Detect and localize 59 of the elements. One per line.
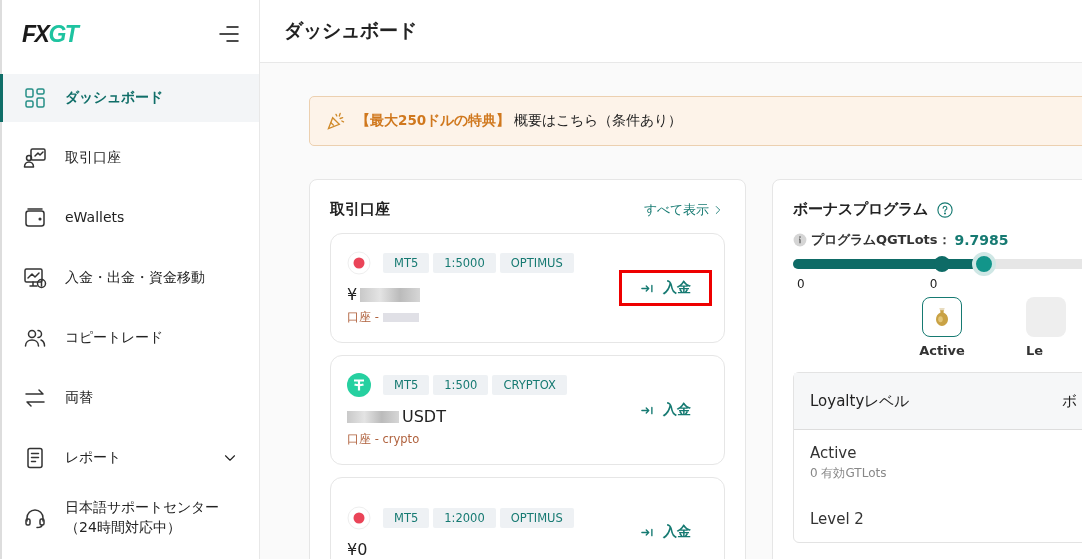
slider-thumb[interactable] xyxy=(972,252,997,276)
balance: USDT xyxy=(402,407,446,426)
balance: ¥0 xyxy=(347,539,368,559)
account-card[interactable]: MT5 1:2000 OPTIMUS ¥0 入金 xyxy=(330,477,725,559)
tag: 1:500 xyxy=(433,375,489,395)
column-header: ボ xyxy=(1062,391,1077,411)
grid-icon xyxy=(23,86,47,110)
nav-item[interactable]: 日本語サポートセンター（24時間対応中） xyxy=(0,494,259,542)
balance: ¥ xyxy=(347,285,358,304)
view-all-link[interactable]: すべて表示 xyxy=(644,200,725,219)
party-popper-icon xyxy=(326,111,346,131)
nav-item[interactable]: レポート xyxy=(0,434,259,482)
flag-dot-icon xyxy=(347,505,371,530)
tag: MT5 xyxy=(383,375,430,395)
tag: OPTIMUS xyxy=(499,253,574,273)
tier-label: Active xyxy=(919,343,965,358)
person-chart-icon xyxy=(23,146,47,170)
account-label: 口座 - xyxy=(347,310,379,325)
nav-item[interactable]: コピートレード xyxy=(0,314,259,362)
promo-banner[interactable]: 【最大250ドルの特典】 概要はこちら（条件あり） xyxy=(309,96,1082,146)
level-name: Level 2 xyxy=(810,510,865,528)
nav-item[interactable]: 取引口座 xyxy=(0,134,259,182)
tag: MT5 xyxy=(383,507,430,528)
tag: CRYPTOX xyxy=(492,375,567,395)
deposit-button[interactable]: 入金 xyxy=(619,270,712,306)
help-icon[interactable] xyxy=(936,200,954,219)
account-card[interactable]: MT5 1:500 CRYPTOX USDT 口座 - crypto 入金 xyxy=(330,355,725,465)
exchange-icon xyxy=(23,386,47,410)
nav-item[interactable]: 両替 xyxy=(0,374,259,422)
tier-label: Le xyxy=(1026,343,1044,358)
deposit-button[interactable]: 入金 xyxy=(619,392,712,428)
card-title: 取引口座 xyxy=(330,200,390,219)
column-header: Loyaltyレベル xyxy=(810,391,911,411)
tag: MT5 xyxy=(383,253,430,273)
flag-dot-icon xyxy=(347,251,371,275)
nav-item[interactable]: 入金・出金・資金移動 xyxy=(0,254,259,302)
card-title: ボーナスプログラム xyxy=(793,200,928,219)
lots-label: プログラムQGTLots： xyxy=(811,231,951,249)
page-title: ダッシュボード xyxy=(284,18,417,43)
account-card[interactable]: MT5 1:5000 OPTIMUS ¥ 口座 - 入金 xyxy=(330,233,725,343)
wallet-icon xyxy=(23,206,47,230)
milestone-label: 0 xyxy=(929,277,938,291)
logo: FXGT xyxy=(22,20,78,48)
tag: OPTIMUS xyxy=(499,507,574,528)
lots-value: 9.7985 xyxy=(954,232,1009,248)
nav-item[interactable]: ダッシュボード xyxy=(0,74,259,122)
milestone-label: 0 xyxy=(797,277,805,291)
banner-text: 【最大250ドルの特典】 概要はこちら（条件あり） xyxy=(356,112,683,130)
level-detail: 0 有効GTLots xyxy=(810,465,888,482)
account-label: 口座 - crypto xyxy=(347,432,420,447)
monitor-dollar-icon xyxy=(23,266,47,290)
tag: 1:2000 xyxy=(433,507,496,528)
tether-icon xyxy=(347,373,371,397)
tag: 1:5000 xyxy=(433,253,496,273)
deposit-button[interactable]: 入金 xyxy=(619,514,712,550)
nav-item[interactable]: eWallets xyxy=(0,194,259,242)
info-icon xyxy=(793,233,807,247)
level-name: Active xyxy=(810,444,858,462)
headset-icon xyxy=(23,506,47,530)
